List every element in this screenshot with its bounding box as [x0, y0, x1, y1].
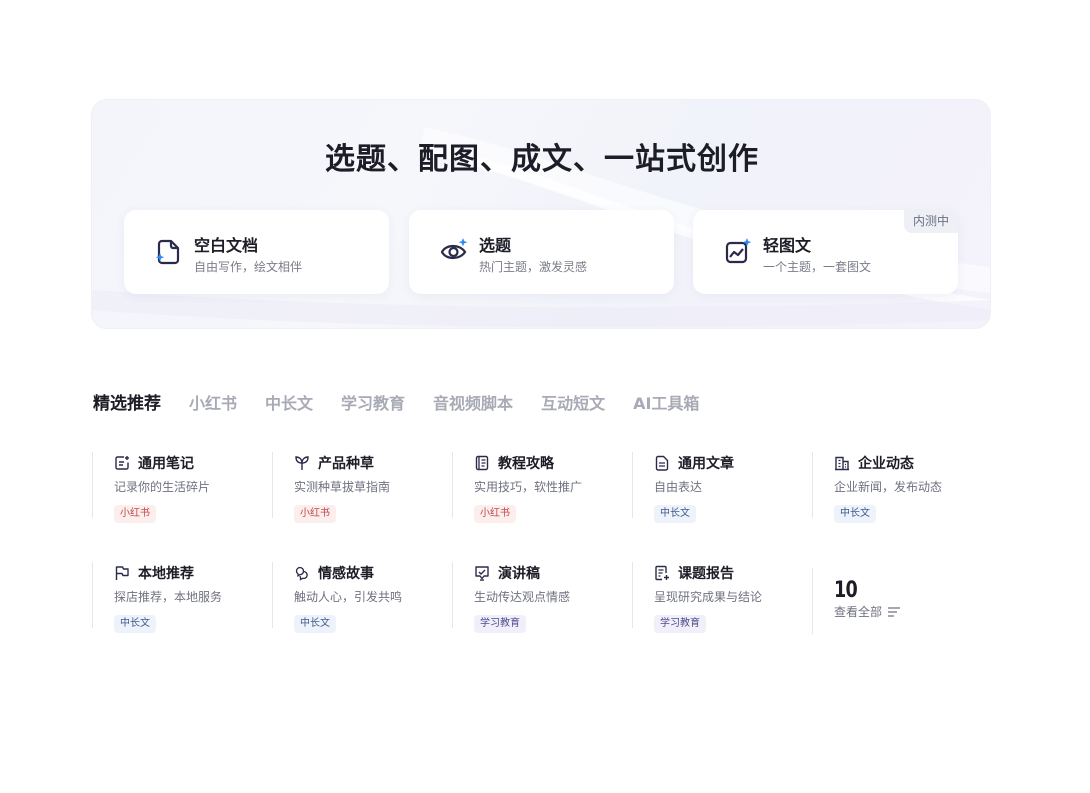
template-title: 课题报告: [678, 566, 734, 582]
template-research-report[interactable]: 课题报告 呈现研究成果与结论 学习教育: [632, 562, 812, 633]
template-title: 通用笔记: [138, 456, 194, 472]
category-tabs: 精选推荐 小红书 中长文 学习教育 音视频脚本 互动短文 AI工具箱: [93, 392, 727, 418]
topic-card[interactable]: 选题 热门主题，激发灵感: [409, 210, 674, 294]
blank-doc-icon: [155, 239, 180, 265]
template-general-article[interactable]: 通用文章 自由表达 中长文: [632, 452, 812, 523]
template-tag: 小红书: [114, 505, 156, 523]
template-title: 教程攻略: [498, 456, 554, 472]
template-tag: 学习教育: [474, 615, 526, 633]
template-tag: 中长文: [294, 615, 336, 633]
speech-icon: [475, 566, 489, 581]
article-icon: [655, 455, 669, 471]
template-local-recommend[interactable]: 本地推荐 探店推荐，本地服务 中长文: [92, 562, 272, 633]
report-icon: [655, 565, 669, 581]
template-product-review[interactable]: 产品种草 实测种草拔草指南 小红书: [272, 452, 452, 523]
chart-image-icon: [725, 238, 752, 264]
building-icon: [835, 456, 849, 471]
tab-education[interactable]: 学习教育: [341, 392, 405, 418]
template-desc: 触动人心，引发共鸣: [294, 590, 403, 604]
sprout-icon: [295, 456, 309, 470]
template-speech[interactable]: 演讲稿 生动传达观点情感 学习教育: [452, 562, 632, 633]
template-desc: 企业新闻，发布动态: [834, 480, 943, 494]
card-subtitle: 一个主题，一套图文: [763, 260, 872, 274]
template-title: 产品种草: [318, 456, 374, 472]
template-desc: 记录你的生活碎片: [114, 480, 211, 494]
tab-xiaohongshu[interactable]: 小红书: [189, 392, 237, 418]
template-title: 企业动态: [858, 456, 914, 472]
template-title: 情感故事: [318, 566, 374, 582]
template-company-news[interactable]: 企业动态 企业新闻，发布动态 中长文: [812, 452, 992, 523]
book-icon: [475, 455, 489, 471]
template-tag: 中长文: [114, 615, 156, 633]
template-desc: 生动传达观点情感: [474, 590, 571, 604]
eye-sparkle-icon: [440, 238, 468, 260]
blank-doc-card[interactable]: 空白文档 自由写作，绘文相伴: [124, 210, 389, 294]
template-count: 10: [834, 578, 858, 603]
beta-badge: 内测中: [903, 210, 958, 233]
template-tag: 中长文: [834, 505, 876, 523]
template-tag: 小红书: [474, 505, 516, 523]
card-title: 选题: [479, 236, 512, 255]
card-subtitle: 热门主题，激发灵感: [479, 260, 588, 274]
tab-long-article[interactable]: 中长文: [265, 392, 313, 418]
card-title: 轻图文: [763, 236, 812, 255]
hero-banner: 选题、配图、成文、一站式创作 空白文档 自由写作，绘文相伴 选题 热门主题，激发…: [91, 99, 991, 329]
template-desc: 自由表达: [654, 480, 703, 494]
template-title: 本地推荐: [138, 566, 194, 582]
card-subtitle: 自由写作，绘文相伴: [194, 260, 303, 274]
template-desc: 呈现研究成果与结论: [654, 590, 763, 604]
template-desc: 实测种草拔草指南: [294, 480, 391, 494]
card-title: 空白文档: [194, 236, 259, 255]
template-title: 通用文章: [678, 456, 734, 472]
view-all-label: 查看全部: [834, 605, 883, 619]
list-icon: [888, 606, 901, 617]
light-image-text-card[interactable]: 内测中 轻图文 一个主题，一套图文: [693, 210, 958, 294]
view-all-row: 查看全部: [834, 603, 962, 620]
template-desc: 实用技巧，软性推广: [474, 480, 583, 494]
flag-icon: [115, 566, 129, 580]
tab-featured[interactable]: 精选推荐: [93, 392, 161, 418]
template-tag: 中长文: [654, 505, 696, 523]
template-emotional-story[interactable]: 情感故事 触动人心，引发共鸣 中长文: [272, 562, 452, 633]
template-general-note[interactable]: 通用笔记 记录你的生活碎片 小红书: [92, 452, 272, 523]
tab-interactive-short[interactable]: 互动短文: [541, 392, 605, 418]
view-all-link[interactable]: 10 查看全部: [812, 568, 962, 634]
template-desc: 探店推荐，本地服务: [114, 590, 223, 604]
template-tag: 小红书: [294, 505, 336, 523]
note-edit-icon: [115, 456, 129, 470]
template-tag: 学习教育: [654, 615, 706, 633]
template-tutorial[interactable]: 教程攻略 实用技巧，软性推广 小红书: [452, 452, 632, 523]
tab-ai-toolbox[interactable]: AI工具箱: [633, 392, 699, 418]
tab-av-script[interactable]: 音视频脚本: [433, 392, 513, 418]
hero-title: 选题、配图、成文、一站式创作: [325, 142, 759, 177]
heart-chat-icon: [295, 566, 308, 581]
template-title: 演讲稿: [498, 566, 540, 582]
